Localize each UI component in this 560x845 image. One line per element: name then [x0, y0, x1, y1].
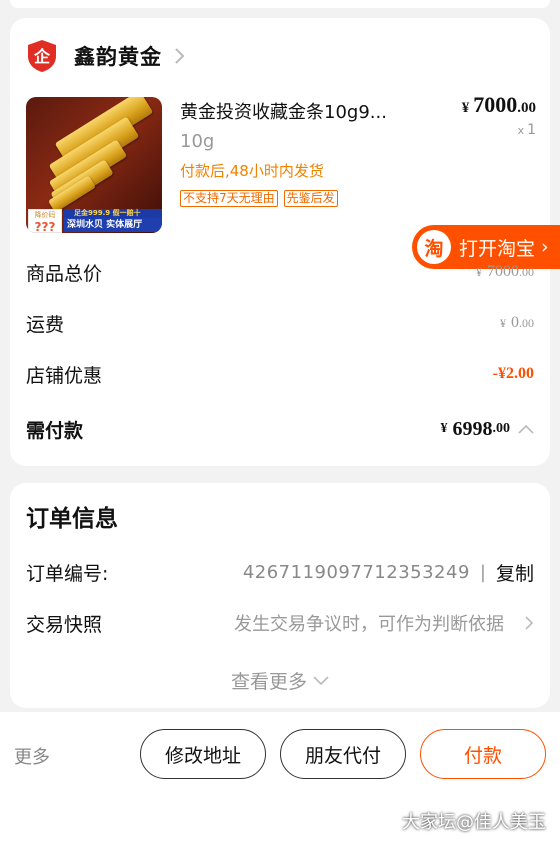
price-decimal: .00: [517, 100, 536, 116]
freight-label: 运费: [26, 313, 65, 336]
amount-decimal: .00: [519, 316, 534, 330]
amount-decimal: .00: [492, 421, 511, 436]
trade-snapshot-hint: 发生交易争议时，可作为判断依据: [234, 614, 504, 635]
chevron-right-icon: [525, 616, 534, 630]
watermark: 大家坛@佳人美玉: [402, 812, 546, 833]
trade-snapshot-label: 交易快照: [26, 613, 103, 636]
product-title[interactable]: 黄金投资收藏金条10g9...: [180, 98, 420, 124]
shop-discount-row: 店铺优惠 -¥2.00: [26, 360, 534, 388]
order-info-title: 订单信息: [26, 506, 118, 532]
chevron-right-icon: [175, 48, 185, 64]
amount-due-label: 需付款: [26, 419, 84, 442]
order-number-label: 订单编号:: [26, 562, 109, 585]
freight-row: 运费 ¥0.00: [26, 309, 534, 337]
currency-symbol: ¥: [476, 265, 482, 279]
thumb-price-tag: 降价码 ???: [28, 209, 62, 233]
discount-amount: -¥2.00: [492, 365, 534, 382]
amount-due-row[interactable]: 需付款 ¥6998.00: [26, 415, 534, 443]
product-price: ¥7000.00: [462, 92, 536, 118]
shop-header[interactable]: 企 鑫韵黄金: [26, 38, 186, 74]
chevron-up-icon[interactable]: [518, 424, 534, 434]
chevron-right-icon: ›: [541, 236, 549, 258]
amount-decimal: .00: [519, 265, 534, 279]
see-more-button[interactable]: 查看更多: [10, 667, 550, 694]
quantity-multiplier: x: [517, 124, 525, 137]
shop-order-card: 企 鑫韵黄金 降价码 ??? 足金999.9 假一赔十 深圳水贝 实体展厅 黄金…: [10, 18, 560, 466]
product-spec: 10g: [180, 131, 215, 152]
more-button[interactable]: 更多: [14, 743, 50, 769]
shop-discount-label: 店铺优惠: [26, 364, 103, 387]
amount-due-value: ¥6998.00: [441, 418, 535, 441]
shop-discount-value: -¥2.00: [493, 365, 534, 383]
trade-snapshot-row[interactable]: 交易快照 发生交易争议时，可作为判断依据: [26, 609, 534, 637]
currency-symbol: ¥: [500, 316, 506, 330]
thumb-price-tag-label: 降价码: [34, 211, 56, 219]
chevron-down-icon: [313, 675, 329, 685]
goods-total-value: ¥7000.00: [476, 263, 534, 281]
amount-integer: 0: [511, 314, 519, 331]
see-more-label: 查看更多: [230, 671, 307, 693]
modify-address-button[interactable]: 修改地址: [140, 729, 266, 779]
amount-integer: 7000: [487, 263, 519, 280]
currency-symbol: ¥: [440, 421, 448, 436]
service-tag: 先鉴后发: [283, 190, 338, 207]
order-info-card: 订单信息 订单编号: 4267119097712353249 | 复制 交易快照…: [10, 483, 550, 708]
shipping-note: 付款后,48小时内发货: [180, 162, 324, 180]
order-number-row: 订单编号: 4267119097712353249 | 复制: [26, 558, 534, 586]
shop-name[interactable]: 鑫韵黄金: [74, 41, 162, 71]
service-tags: 不支持7天无理由 先鉴后发: [180, 190, 338, 207]
goods-total-label: 商品总价: [26, 262, 103, 285]
open-taobao-label: 打开淘宝: [459, 237, 536, 260]
thumb-band-top: 足金999.9 假一赔十: [64, 209, 162, 218]
amount-integer: 6998: [452, 417, 493, 440]
divider: |: [479, 561, 486, 583]
quantity-value: 1: [527, 122, 536, 138]
pay-button[interactable]: 付款: [420, 729, 546, 779]
thumb-band-bottom: 深圳水贝 实体展厅: [64, 218, 162, 232]
previous-card-edge: [10, 0, 550, 8]
freight-value: ¥0.00: [500, 314, 534, 332]
friend-pay-button[interactable]: 朋友代付: [280, 729, 406, 779]
price-integer: 7000: [473, 92, 518, 117]
copy-button[interactable]: 复制: [496, 559, 534, 586]
shop-logo-icon: 企: [28, 40, 56, 72]
shop-logo-text: 企: [33, 47, 51, 66]
thumb-price-tag-value: ???: [34, 220, 56, 233]
goods-total-row: 商品总价 ¥7000.00: [26, 258, 534, 286]
currency-symbol: ¥: [461, 100, 470, 116]
bottom-action-bar: 更多 修改地址 朋友代付 付款 大家坛@佳人美玉: [0, 712, 560, 845]
order-number-value: 4267119097712353249: [242, 561, 470, 583]
product-quantity: x1: [518, 122, 536, 138]
service-tag: 不支持7天无理由: [180, 190, 278, 207]
product-thumbnail[interactable]: 降价码 ??? 足金999.9 假一赔十 深圳水贝 实体展厅: [26, 97, 162, 233]
